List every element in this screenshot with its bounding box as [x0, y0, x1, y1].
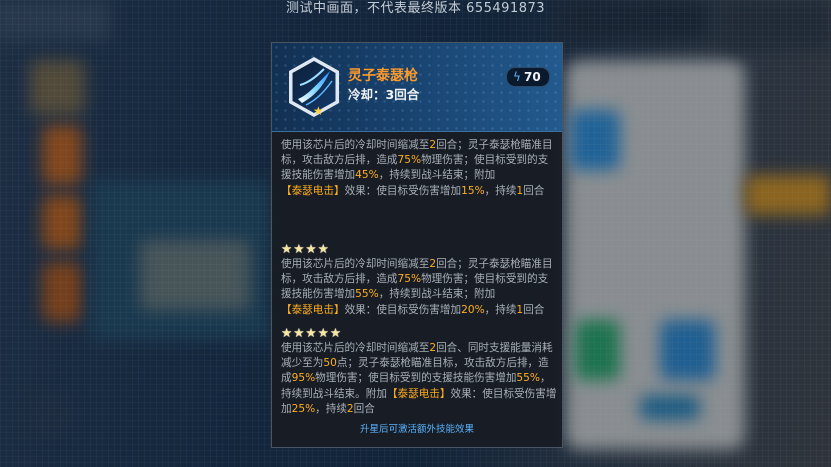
tier-text: 使用该芯片后的冷却时间缩减至2回合；灵子泰瑟枪瞄准目标，攻击敌方后排，造成75%…	[281, 257, 557, 318]
test-build-watermark: 测试中画面，不代表最终版本 655491873	[285, 1, 546, 16]
description-text: 回合	[523, 303, 545, 316]
highlighted-value: 75%	[397, 154, 422, 167]
skill-cooldown: 冷却：3回合	[348, 87, 420, 102]
description-text: 物理伤害；使目标受到的支援技能伤害增加	[315, 372, 517, 385]
description-text: ，持续	[484, 184, 517, 197]
highlighted-value: 95%	[291, 372, 316, 385]
highlighted-value: 55%	[355, 288, 379, 301]
star-icon: ★	[313, 104, 324, 118]
energy-cost-badge: ϟ 70	[506, 67, 550, 87]
description-text: ，持续到战斗结束；附加	[378, 169, 496, 182]
highlighted-value: 55%	[516, 372, 540, 385]
description-text: 使用该芯片后的冷却时间缩减至	[281, 258, 430, 270]
description-text: ，持续到战斗结束；附加	[378, 288, 496, 301]
skill-tooltip-panel: ★ 灵子泰瑟枪 冷却：3回合 ϟ 70 使用该芯片后的冷却时间缩减至2回合；灵子…	[271, 42, 563, 448]
description-text: ，持续	[315, 402, 347, 415]
tier-text: 使用该芯片后的冷却时间缩减至2回合；灵子泰瑟枪瞄准目标，攻击敌方后排，造成75%…	[281, 138, 557, 199]
highlighted-value: 2	[346, 402, 354, 415]
effect-tag: 【泰瑟电击】	[281, 184, 345, 197]
description-text: 使用该芯片后的冷却时间缩减至	[281, 139, 430, 151]
skill-header: ★ 灵子泰瑟枪 冷却：3回合 ϟ 70	[272, 43, 562, 132]
tier-description-base: 使用该芯片后的冷却时间缩减至2回合；灵子泰瑟枪瞄准目标，攻击敌方后排，造成75%…	[281, 138, 557, 199]
description-text: 使用该芯片后的冷却时间缩减至	[281, 342, 430, 354]
highlighted-value: 75%	[397, 273, 422, 286]
highlighted-value: 20%	[461, 303, 485, 316]
energy-cost-value: 70	[524, 70, 541, 84]
five-star-rating-icon: ★★★★★	[281, 325, 343, 340]
highlighted-value: 45%	[355, 169, 379, 182]
star-upgrade-hint: 升星后可激活额外技能效果	[359, 424, 474, 435]
description-text: 回合	[353, 402, 375, 415]
description-text: 效果：使目标受伤害增加	[344, 303, 462, 316]
effect-tag: 【泰瑟电击】	[386, 387, 451, 400]
lightning-bolt-icon: ϟ	[513, 70, 521, 84]
tier-description-5-star: ★★★★★ 使用该芯片后的冷却时间缩减至2回合、同时支援能量消耗减少至为50点；…	[281, 325, 557, 417]
four-star-rating-icon: ★★★★	[281, 241, 330, 256]
tier-description-4-star: ★★★★ 使用该芯片后的冷却时间缩减至2回合；灵子泰瑟枪瞄准目标，攻击敌方后排，…	[281, 241, 557, 318]
tier-text: 使用该芯片后的冷却时间缩减至2回合、同时支援能量消耗减少至为50点；灵子泰瑟枪瞄…	[281, 341, 557, 417]
highlighted-value: 25%	[291, 402, 316, 415]
description-text: 效果：使目标受伤害增加	[344, 184, 462, 197]
effect-tag: 【泰瑟电击】	[281, 303, 345, 316]
highlighted-value: 50	[323, 357, 337, 370]
description-text: ，持续	[484, 303, 517, 316]
highlighted-value: 15%	[461, 184, 485, 197]
skill-name: 灵子泰瑟枪	[348, 68, 418, 84]
description-text: 回合	[523, 184, 545, 197]
